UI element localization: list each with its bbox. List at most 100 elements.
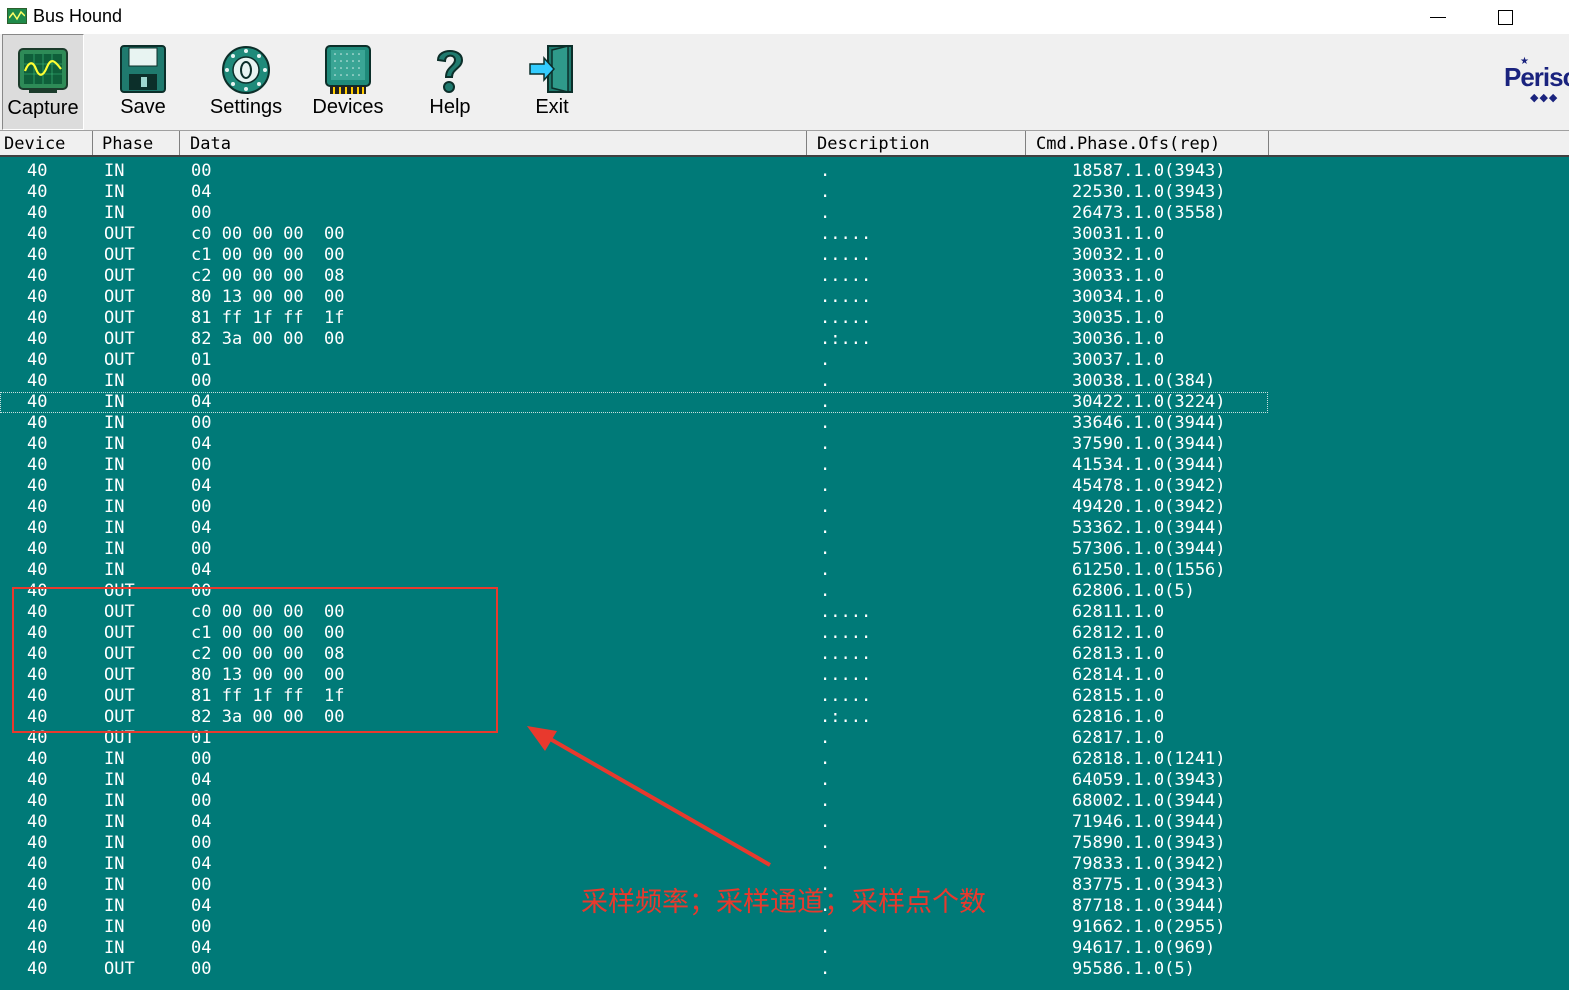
capture-grid[interactable]: 40 IN 00. 18587.1.0(3943) 40 IN 04. 22530.1.0(3… xyxy=(0,157,1569,990)
maximize-button[interactable] xyxy=(1475,0,1535,34)
table-row[interactable]: 40 IN 04. 64059.1.0(3943) xyxy=(0,770,1569,791)
cell-cmd-phase-ofs: 30036.1.0 xyxy=(1072,329,1165,349)
cell-cmd-phase-ofs: 33646.1.0(3944) xyxy=(1072,413,1226,433)
table-row[interactable]: 40 IN 04. 71946.1.0(3944) xyxy=(0,812,1569,833)
table-row[interactable]: 40 OUT 82 3a 00 00 00.:... 62816.1.0 xyxy=(0,707,1569,728)
table-row[interactable]: 40 OUT c2 00 00 00 08..... 62813.1.0 xyxy=(0,644,1569,665)
bus-hound-app-icon xyxy=(7,8,27,24)
table-row[interactable]: 40 OUT 81 ff 1f ff 1f..... 30035.1.0 xyxy=(0,308,1569,329)
table-row[interactable]: 40 IN 04. 30422.1.0(3224) xyxy=(0,392,1268,413)
table-row[interactable]: 40 IN 04. 22530.1.0(3943) xyxy=(0,182,1569,203)
cell-device: 40 xyxy=(27,581,48,601)
table-row[interactable]: 40 IN 00. 26473.1.0(3558) xyxy=(0,203,1569,224)
cell-cmd-phase-ofs: 30038.1.0(384) xyxy=(1072,371,1216,391)
cell-phase: OUT xyxy=(104,728,135,748)
table-row[interactable]: 40 IN 00. 75890.1.0(3943) xyxy=(0,833,1569,854)
cell-data: 04 xyxy=(191,938,212,958)
cell-description: . xyxy=(820,833,831,853)
table-row[interactable]: 40 IN 04. 61250.1.0(1556) xyxy=(0,560,1569,581)
table-row[interactable]: 40 OUT 80 13 00 00 00..... 30034.1.0 xyxy=(0,287,1569,308)
cell-phase: OUT xyxy=(104,686,135,706)
cell-cmd-phase-ofs: 30033.1.0 xyxy=(1072,266,1165,286)
cell-cmd-phase-ofs: 26473.1.0(3558) xyxy=(1072,203,1226,223)
table-row[interactable]: 40 OUT c0 00 00 00 00..... 30031.1.0 xyxy=(0,224,1569,245)
save-button[interactable]: Save xyxy=(103,34,183,130)
cell-data: 04 xyxy=(191,518,212,538)
minimize-button[interactable] xyxy=(1408,0,1468,34)
table-row[interactable]: 40 OUT 01. 30037.1.0 xyxy=(0,350,1569,371)
table-row[interactable]: 40 OUT 80 13 00 00 00..... 62814.1.0 xyxy=(0,665,1569,686)
cell-phase: OUT xyxy=(104,329,135,349)
table-row[interactable]: 40 IN 04. 53362.1.0(3944) xyxy=(0,518,1569,539)
table-row[interactable]: 40 OUT 82 3a 00 00 00.:... 30036.1.0 xyxy=(0,329,1569,350)
cell-device: 40 xyxy=(27,938,48,958)
cell-description: . xyxy=(820,392,831,412)
table-row[interactable]: 40 IN 00. 68002.1.0(3944) xyxy=(0,791,1569,812)
table-row[interactable]: 40 IN 00. 18587.1.0(3943) xyxy=(0,161,1569,182)
column-header-device[interactable]: Device xyxy=(0,131,93,155)
table-row[interactable]: 40 IN 00. 57306.1.0(3944) xyxy=(0,539,1569,560)
floppy-disk-icon xyxy=(120,45,166,93)
table-row[interactable]: 40 IN 00. 33646.1.0(3944) xyxy=(0,413,1569,434)
cell-device: 40 xyxy=(27,665,48,685)
cell-description: ..... xyxy=(820,224,872,244)
cell-data: 80 13 00 00 00 xyxy=(191,665,345,685)
cell-cmd-phase-ofs: 71946.1.0(3944) xyxy=(1072,812,1226,832)
devices-button[interactable]: Devices xyxy=(307,34,389,130)
table-row[interactable]: 40 OUT 81 ff 1f ff 1f..... 62815.1.0 xyxy=(0,686,1569,707)
table-row[interactable]: 40 IN 00. 62818.1.0(1241) xyxy=(0,749,1569,770)
cell-device: 40 xyxy=(27,182,48,202)
table-row[interactable]: 40 IN 04. 79833.1.0(3942) xyxy=(0,854,1569,875)
table-row[interactable]: 40 IN 00. 91662.1.0(2955) xyxy=(0,917,1569,938)
cell-device: 40 xyxy=(27,728,48,748)
cell-data: 04 xyxy=(191,770,212,790)
annotation-text: 采样频率；采样通道；采样点个数 xyxy=(581,887,986,918)
table-row[interactable]: 40 OUT c1 00 00 00 00..... 62812.1.0 xyxy=(0,623,1569,644)
column-header-description[interactable]: Description xyxy=(807,131,1026,155)
table-row[interactable]: 40 IN 00. 41534.1.0(3944) xyxy=(0,455,1569,476)
cell-description: . xyxy=(820,581,831,601)
column-header: Device Phase Data Description Cmd.Phase.… xyxy=(0,131,1569,157)
table-row[interactable]: 40 IN 00. 30038.1.0(384) xyxy=(0,371,1569,392)
cell-device: 40 xyxy=(27,686,48,706)
cell-data: 00 xyxy=(191,749,212,769)
cell-description: . xyxy=(820,455,831,475)
table-row[interactable]: 40 OUT c0 00 00 00 00..... 62811.1.0 xyxy=(0,602,1569,623)
cell-cmd-phase-ofs: 62815.1.0 xyxy=(1072,686,1165,706)
table-row[interactable]: 40 OUT 01. 62817.1.0 xyxy=(0,728,1569,749)
cell-cmd-phase-ofs: 57306.1.0(3944) xyxy=(1072,539,1226,559)
table-row[interactable]: 40 OUT 00. 62806.1.0(5) xyxy=(0,581,1569,602)
cell-data: 00 xyxy=(191,581,212,601)
column-header-phase[interactable]: Phase xyxy=(93,131,180,155)
cell-cmd-phase-ofs: 75890.1.0(3943) xyxy=(1072,833,1226,853)
cell-phase: OUT xyxy=(104,266,135,286)
cell-device: 40 xyxy=(27,896,48,916)
cell-description: . xyxy=(820,413,831,433)
table-row[interactable]: 40 IN 04. 45478.1.0(3942) xyxy=(0,476,1569,497)
cell-data: 04 xyxy=(191,476,212,496)
table-row[interactable]: 40 OUT c2 00 00 00 08..... 30033.1.0 xyxy=(0,266,1569,287)
cell-cmd-phase-ofs: 37590.1.0(3944) xyxy=(1072,434,1226,454)
table-row[interactable]: 40 IN 04. 37590.1.0(3944) xyxy=(0,434,1569,455)
column-header-cmd-phase-ofs[interactable]: Cmd.Phase.Ofs(rep) xyxy=(1026,131,1269,155)
settings-button[interactable]: Settings xyxy=(205,34,287,130)
cell-device: 40 xyxy=(27,539,48,559)
cell-cmd-phase-ofs: 87718.1.0(3944) xyxy=(1072,896,1226,916)
cell-device: 40 xyxy=(27,350,48,370)
table-row[interactable]: 40 OUT c1 00 00 00 00..... 30032.1.0 xyxy=(0,245,1569,266)
cell-data: c0 00 00 00 00 xyxy=(191,224,345,244)
cell-cmd-phase-ofs: 30035.1.0 xyxy=(1072,308,1165,328)
help-button[interactable]: Help xyxy=(410,34,490,130)
capture-button[interactable]: Capture xyxy=(2,34,84,130)
cell-description: . xyxy=(820,518,831,538)
settings-dial-icon xyxy=(222,46,270,94)
cell-data: c2 00 00 00 08 xyxy=(191,644,345,664)
cell-device: 40 xyxy=(27,392,48,412)
column-header-data[interactable]: Data xyxy=(180,131,807,155)
exit-button[interactable]: Exit xyxy=(512,34,592,130)
table-row[interactable]: 40 IN 04. 94617.1.0(969) xyxy=(0,938,1569,959)
table-row[interactable]: 40 OUT 00. 95586.1.0(5) xyxy=(0,959,1569,980)
table-row[interactable]: 40 IN 00. 49420.1.0(3942) xyxy=(0,497,1569,518)
cell-cmd-phase-ofs: 30422.1.0(3224) xyxy=(1072,392,1226,412)
cell-data: 00 xyxy=(191,833,212,853)
